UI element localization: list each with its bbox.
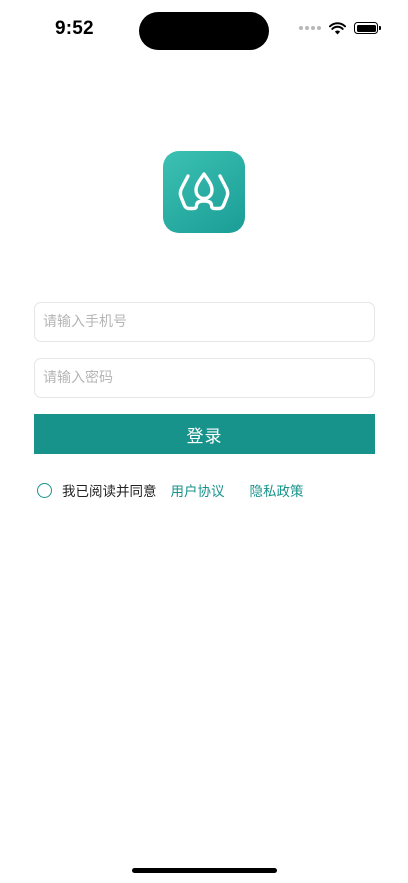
status-bar-indicators	[299, 21, 381, 35]
phone-input[interactable]	[35, 303, 374, 341]
app-logo	[163, 151, 245, 233]
battery-icon	[354, 22, 381, 34]
dynamic-island	[139, 12, 269, 50]
wifi-icon	[329, 21, 346, 34]
password-field[interactable]	[34, 358, 375, 398]
agreement-row: 我已阅读并同意 用户协议 隐私政策	[37, 480, 304, 500]
droplet-in-sink-logo-icon	[178, 172, 230, 211]
user-agreement-link[interactable]: 用户协议	[171, 480, 225, 500]
privacy-policy-link[interactable]: 隐私政策	[250, 480, 304, 500]
agreement-checkbox[interactable]	[37, 482, 52, 498]
phone-field[interactable]	[34, 302, 375, 342]
login-button[interactable]: 登录	[34, 414, 375, 454]
battery-level	[356, 24, 376, 32]
status-bar-time: 9:52	[55, 18, 94, 39]
signal-dots-icon	[299, 26, 321, 30]
home-indicator[interactable]	[132, 868, 277, 873]
password-input[interactable]	[35, 359, 374, 397]
agreement-text: 我已阅读并同意	[62, 484, 157, 500]
